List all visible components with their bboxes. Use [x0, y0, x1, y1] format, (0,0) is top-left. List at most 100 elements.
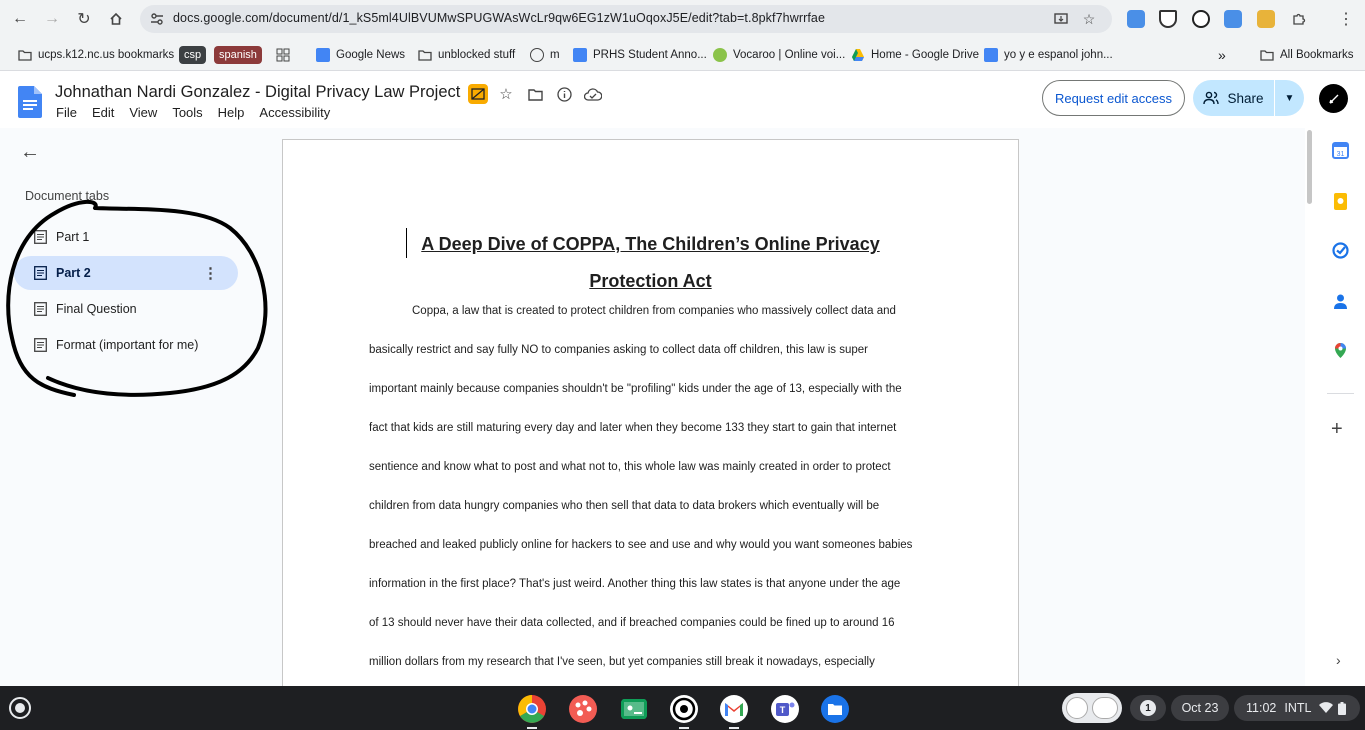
docs-icon [573, 48, 587, 62]
extension-icon[interactable] [1257, 10, 1275, 28]
battery-icon [1338, 701, 1347, 715]
add-plus-icon[interactable]: + [1331, 418, 1343, 441]
home-icon[interactable] [104, 8, 128, 30]
share-button-group: Share ▼ [1193, 80, 1304, 116]
vertical-scrollbar[interactable] [1305, 128, 1315, 686]
bookmark-prhs[interactable]: PRHS Student Anno... [573, 45, 707, 65]
circle-extension-icon[interactable] [1192, 10, 1210, 28]
request-edit-access-button[interactable]: Request edit access [1042, 80, 1185, 116]
paragraph-line: fact that kids are still maturing every … [369, 422, 897, 434]
site-info-icon[interactable] [149, 11, 165, 27]
expand-panel-chevron-icon[interactable]: › [1336, 652, 1341, 668]
bookmark-chip-label: spanish [214, 46, 262, 64]
paint-app-icon[interactable] [568, 694, 598, 724]
all-bookmarks[interactable]: All Bookmarks [1260, 45, 1354, 65]
docs-icon [984, 48, 998, 62]
cloud-status-icon[interactable] [583, 84, 603, 104]
files-app-icon[interactable] [820, 694, 850, 724]
close-outline-arrow-icon[interactable]: ← [18, 140, 42, 164]
bookmarks-overflow-button[interactable]: » [1218, 45, 1226, 65]
back-arrow-icon[interactable]: ← [8, 8, 32, 30]
bookmark-m[interactable]: m [530, 45, 560, 65]
menu-view[interactable]: View [129, 105, 157, 120]
vocaroo-icon [713, 48, 727, 62]
drive-icon [852, 49, 864, 61]
apps-grid-icon[interactable] [276, 45, 290, 65]
bookmark-csp[interactable]: csp [179, 45, 207, 65]
calendar-icon[interactable]: 31 [1332, 142, 1349, 159]
tasks-icon[interactable] [1332, 242, 1349, 259]
teams-app-icon[interactable]: T [770, 694, 800, 724]
kebab-menu-icon[interactable]: ⋮ [1334, 8, 1358, 30]
date-button[interactable]: Oct 23 [1171, 695, 1229, 721]
document-heading: A Deep Dive of COPPA, The Children’s Onl… [421, 234, 880, 254]
document-page[interactable]: A Deep Dive of COPPA, The Children’s Onl… [282, 139, 1019, 686]
screen-record-app-icon[interactable] [669, 694, 699, 724]
tote-holding-space-icon[interactable] [1062, 693, 1122, 723]
menu-file[interactable]: File [56, 105, 77, 120]
reload-icon[interactable]: ↻ [72, 8, 96, 30]
wifi-icon [1319, 702, 1334, 713]
menu-help[interactable]: Help [218, 105, 245, 120]
bookmark-label: unblocked stuff [438, 49, 516, 61]
news-icon [316, 48, 330, 62]
bookmark-ucps[interactable]: ucps.k12.nc.us bookmarks [18, 45, 174, 65]
contacts-icon[interactable] [1332, 293, 1349, 310]
chrome-app-icon[interactable] [517, 694, 547, 724]
bookmarks-bar: ucps.k12.nc.us bookmarks csp spanish Goo… [0, 38, 1365, 71]
scrollbar-thumb[interactable] [1307, 130, 1312, 204]
menu-tools[interactable]: Tools [172, 105, 202, 120]
globe-icon [530, 48, 544, 62]
paragraph-line: breached and leaked publicly online for … [369, 539, 913, 551]
bookmark-chip-label: csp [179, 46, 207, 64]
url-text: docs.google.com/document/d/1_kS5ml4UlBVU… [173, 11, 826, 25]
bookmark-yo-y-e[interactable]: yo y e espanol john... [984, 45, 1113, 65]
maps-icon[interactable] [1332, 342, 1349, 359]
share-button[interactable]: Share [1193, 80, 1275, 116]
keep-icon[interactable] [1332, 193, 1349, 210]
classroom-app-icon[interactable] [619, 694, 649, 724]
puzzle-extensions-icon[interactable] [1287, 8, 1311, 30]
star-icon[interactable]: ☆ [496, 84, 516, 104]
svg-text:31: 31 [1337, 151, 1345, 158]
gmail-app-icon[interactable] [719, 694, 749, 724]
share-dropdown-chevron-icon[interactable]: ▼ [1275, 93, 1304, 104]
google-docs-logo-icon[interactable] [18, 86, 42, 118]
address-bar[interactable]: docs.google.com/document/d/1_kS5ml4UlBVU… [140, 5, 1112, 33]
bookmark-google-drive[interactable]: Home - Google Drive [851, 45, 979, 65]
extension-icon[interactable] [1224, 10, 1242, 28]
paragraph-line: information in the first place? That's j… [369, 578, 901, 590]
shield-extension-icon[interactable] [1159, 10, 1177, 28]
document-workspace: ← Document tabs Part 1 Part 2 ⋮ Final Qu… [0, 128, 1305, 686]
extension-icon[interactable] [1127, 10, 1145, 28]
hand-drawn-circle-annotation [6, 199, 268, 397]
menu-accessibility[interactable]: Accessibility [259, 105, 330, 120]
paragraph-line: basically restrict and say fully NO to c… [369, 344, 868, 356]
folder-icon [18, 50, 32, 61]
move-folder-icon[interactable] [525, 84, 545, 104]
menu-edit[interactable]: Edit [92, 105, 114, 120]
offline-unavailable-icon[interactable] [468, 84, 488, 104]
avatar[interactable] [1319, 84, 1348, 113]
tote-thumbnail [1066, 697, 1088, 719]
bookmark-google-news[interactable]: Google News [316, 45, 405, 65]
launcher-icon[interactable] [9, 697, 31, 719]
forward-arrow-icon[interactable]: → [40, 8, 64, 30]
paragraph-line: sentience and know what to post and what… [369, 461, 891, 473]
bookmark-star-icon[interactable]: ☆ [1080, 10, 1098, 28]
svg-text:T: T [780, 705, 786, 715]
info-icon[interactable] [554, 84, 574, 104]
input-method-label: INTL [1284, 701, 1312, 715]
bookmark-vocaroo[interactable]: Vocaroo | Online voi... [713, 45, 845, 65]
bookmark-unblocked[interactable]: unblocked stuff [418, 45, 515, 65]
paragraph-line: children from data hungry companies who … [369, 500, 880, 512]
notification-button[interactable]: 1 [1130, 695, 1166, 721]
notification-count: 1 [1140, 700, 1156, 716]
install-app-icon[interactable] [1052, 10, 1070, 28]
running-indicator [679, 727, 689, 729]
system-tray-button[interactable]: 11:02 INTL [1234, 695, 1360, 721]
document-title[interactable]: Johnathan Nardi Gonzalez - Digital Priva… [55, 83, 460, 102]
bookmark-spanish[interactable]: spanish [214, 45, 262, 65]
clock-time: 11:02 [1246, 701, 1277, 715]
browser-toolbar: ← → ↻ docs.google.com/document/d/1_kS5ml… [0, 0, 1365, 38]
